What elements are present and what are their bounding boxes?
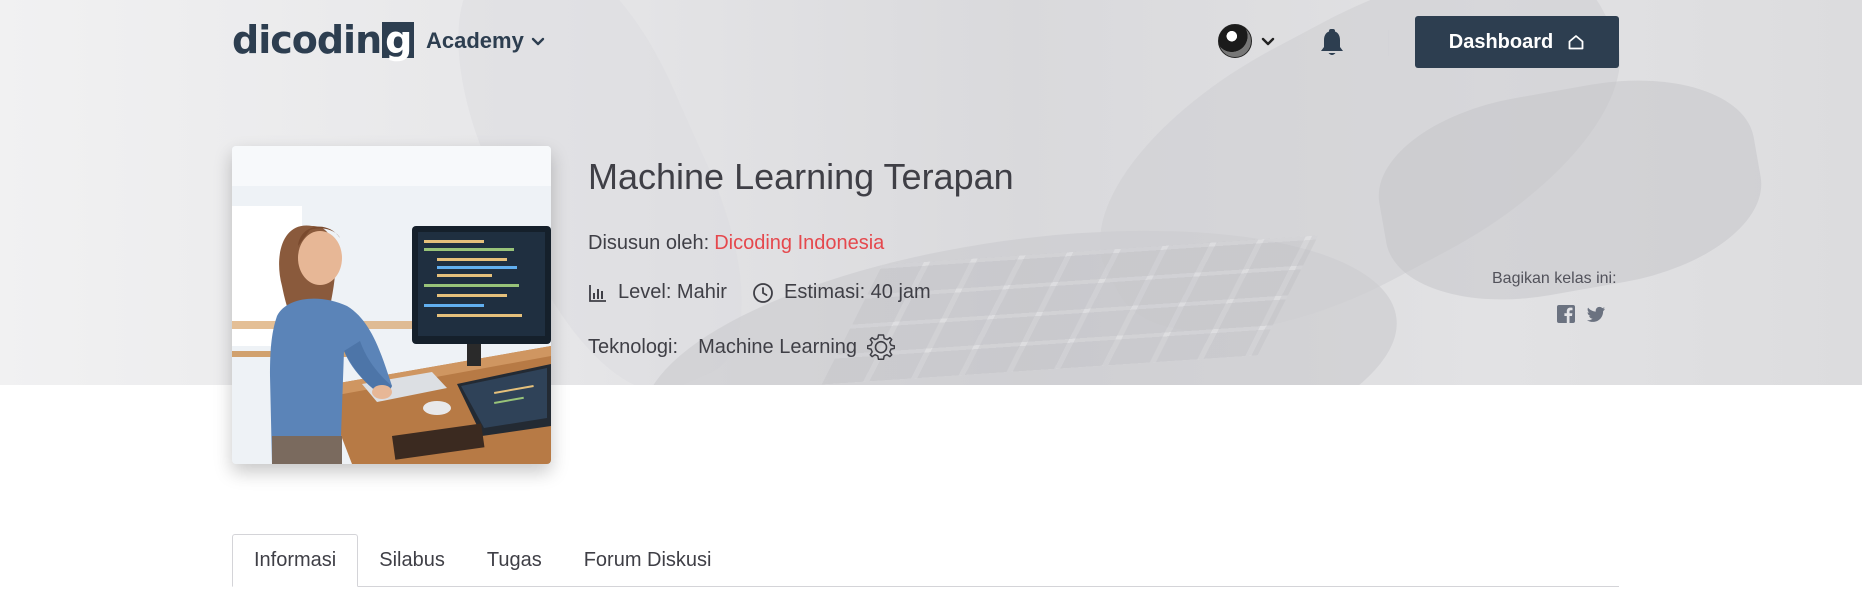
twitter-icon[interactable]	[1586, 304, 1606, 324]
tab-silabus[interactable]: Silabus	[358, 534, 466, 587]
logo-g: g	[382, 21, 415, 59]
facebook-icon[interactable]	[1556, 304, 1576, 324]
estimation-text: Estimasi: 40 jam	[784, 281, 931, 303]
chevron-down-icon	[531, 37, 545, 46]
dicoding-logo[interactable]: dicodin g	[232, 18, 415, 62]
nav-divider	[1388, 30, 1389, 56]
technology-label: Teknologi:	[588, 335, 679, 358]
author-link[interactable]: Dicoding Indonesia	[714, 232, 884, 255]
share-icons	[1556, 304, 1606, 324]
tab-forum-diskusi[interactable]: Forum Diskusi	[563, 534, 733, 587]
gear-icon	[867, 334, 896, 361]
technology-name: Machine Learning	[698, 335, 858, 358]
academy-label: Academy	[426, 28, 524, 53]
user-menu[interactable]	[1218, 24, 1276, 58]
bar-chart-icon	[589, 284, 606, 302]
logo-text: dicodin	[232, 18, 382, 62]
share-label: Bagikan kelas ini:	[1492, 270, 1617, 287]
estimation-info: Estimasi: 40 jam	[752, 281, 931, 304]
tab-tugas[interactable]: Tugas	[466, 534, 563, 587]
dashboard-label: Dashboard	[1448, 30, 1554, 53]
level-info: Level: Mahir	[588, 281, 727, 304]
author-line: Disusun oleh: Dicoding Indonesia	[588, 232, 884, 255]
dashboard-button[interactable]: Dashboard	[1415, 16, 1619, 68]
author-label: Disusun oleh:	[588, 232, 710, 254]
technology-info: Teknologi: Machine Learning	[588, 333, 896, 361]
clock-icon	[753, 282, 773, 303]
course-image	[232, 146, 551, 464]
bell-icon[interactable]	[1318, 28, 1346, 58]
course-tabs: Informasi Silabus Tugas Forum Diskusi	[232, 534, 1619, 587]
level-text: Level: Mahir	[618, 281, 727, 303]
home-icon	[1568, 35, 1584, 50]
course-title: Machine Learning Terapan	[588, 156, 1014, 197]
avatar	[1218, 24, 1252, 58]
tab-informasi[interactable]: Informasi	[232, 534, 359, 587]
chevron-down-icon	[1261, 37, 1275, 46]
academy-menu[interactable]: Academy	[426, 28, 546, 54]
